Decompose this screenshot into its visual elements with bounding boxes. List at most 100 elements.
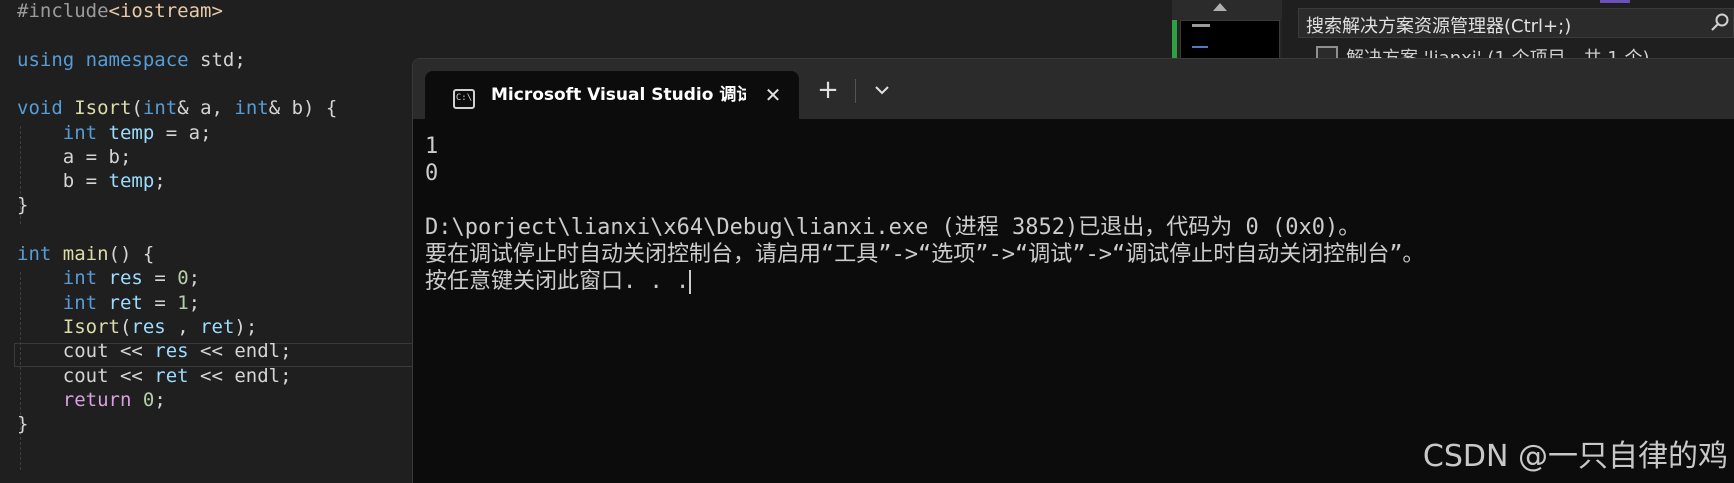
chevron-down-icon[interactable] (865, 73, 899, 107)
text-cursor (689, 270, 692, 294)
code-line[interactable]: int temp = a; (17, 122, 212, 148)
code-token: ret (108, 291, 143, 314)
code-token: 0 (142, 388, 155, 411)
code-token: cout << (17, 364, 155, 387)
code-token: a = b; (17, 145, 132, 168)
code-token: ret (200, 315, 235, 338)
code-line[interactable]: } (17, 194, 28, 220)
code-token: ; (188, 291, 201, 314)
terminal-tab-bar: C:\ Microsoft Visual Studio 调试控制台 ✕ + (413, 59, 1734, 119)
code-token: res (108, 267, 143, 290)
code-token: temp (108, 121, 155, 144)
code-token: ; (154, 170, 166, 193)
code-token: << endl; (188, 364, 292, 387)
code-line[interactable]: return 0; (17, 389, 166, 415)
code-token: Isort (62, 315, 120, 338)
code-token: temp (108, 170, 155, 193)
code-token: int (62, 267, 98, 290)
code-token: () { (108, 243, 155, 265)
output-line: 要在调试停止时自动关闭控制台，请启用“工具”->“选项”->“调试”->“调试停… (425, 242, 1425, 267)
code-token: int (62, 121, 98, 144)
code-line[interactable]: cout << ret << endl; (17, 365, 292, 391)
new-tab-button[interactable]: + (811, 73, 845, 107)
code-line[interactable]: int ret = 1; (17, 292, 200, 318)
tab-debug-console[interactable]: C:\ Microsoft Visual Studio 调试控制台 ✕ (425, 71, 799, 119)
minimap-text-mark (1192, 46, 1208, 48)
code-token: = (142, 291, 178, 314)
code-line[interactable]: cout << res << endl; (17, 340, 292, 366)
code-line[interactable]: #include<iostream> (17, 0, 223, 26)
code-token: = a; (154, 121, 212, 144)
code-token: return (62, 388, 132, 411)
search-icon[interactable] (1710, 12, 1730, 32)
code-token: 1 (177, 291, 189, 314)
minimap-text-mark (1192, 24, 1210, 27)
code-token: Isort (74, 97, 132, 120)
code-token: std; (188, 48, 246, 71)
code-token: ; (154, 388, 166, 411)
tab-separator (855, 79, 856, 103)
code-token: res (131, 315, 166, 338)
code-line[interactable]: b = temp; (17, 170, 166, 196)
code-token: b = (17, 170, 109, 193)
output-line-prompt: 按任意键关闭此窗口. . . (425, 268, 1424, 295)
code-token: } (17, 194, 29, 217)
code-token: ret (154, 364, 189, 387)
prompt-text: 按任意键关闭此窗口. . . (425, 269, 690, 294)
tab-title: Microsoft Visual Studio 调试控制台 (491, 85, 746, 105)
output-line: D:\porject\lianxi\x64\Debug\lianxi.exe (… (425, 215, 1361, 240)
code-token: namespace (85, 48, 189, 71)
scroll-up-arrow-icon[interactable] (1213, 3, 1227, 11)
code-token: } (17, 413, 29, 436)
code-token: int (234, 97, 269, 120)
close-icon[interactable]: ✕ (759, 81, 787, 109)
code-line[interactable]: Isort(res , ret); (17, 315, 258, 342)
output-line: 1 (425, 134, 439, 159)
code-token: cout << (17, 340, 155, 363)
code-line[interactable]: void Isort(int& a, int& b) { (17, 97, 337, 123)
code-token: ( (131, 97, 143, 120)
code-token: ; (188, 267, 201, 290)
minimap-change-indicator (1172, 20, 1177, 60)
code-token: << endl; (188, 340, 292, 363)
code-token: int (142, 97, 178, 120)
code-line[interactable]: a = b; (17, 145, 132, 172)
code-token: #include (17, 0, 109, 22)
code-token: using (17, 48, 75, 71)
code-line[interactable]: int res = 0; (17, 267, 200, 293)
code-token: & a, (177, 97, 235, 120)
code-token: res (154, 340, 189, 363)
debug-console-window[interactable]: C:\ Microsoft Visual Studio 调试控制台 ✕ + 1 … (412, 58, 1734, 483)
code-token: = (142, 267, 178, 290)
code-token: int (62, 291, 98, 314)
terminal-output[interactable]: 1 0 D:\porject\lianxi\x64\Debug\lianxi.e… (425, 133, 1424, 295)
panel-splitter[interactable] (1286, 0, 1298, 60)
panel-accent-mark (1600, 0, 1630, 3)
code-token: <iostream> (108, 0, 223, 22)
code-token: int (17, 243, 52, 265)
code-token: main (62, 243, 109, 265)
watermark: CSDN @一只自律的鸡 (1422, 439, 1728, 474)
output-line: 0 (425, 161, 439, 186)
code-token: , (165, 315, 201, 338)
code-token: ( (119, 315, 132, 338)
code-line[interactable]: } (17, 413, 28, 439)
code-line[interactable]: using namespace std; (17, 49, 246, 75)
code-token: & b) { (268, 97, 338, 120)
code-token: void (17, 97, 63, 120)
scrollbar-top[interactable] (1172, 0, 1282, 20)
code-line[interactable]: int main() { (17, 243, 154, 269)
